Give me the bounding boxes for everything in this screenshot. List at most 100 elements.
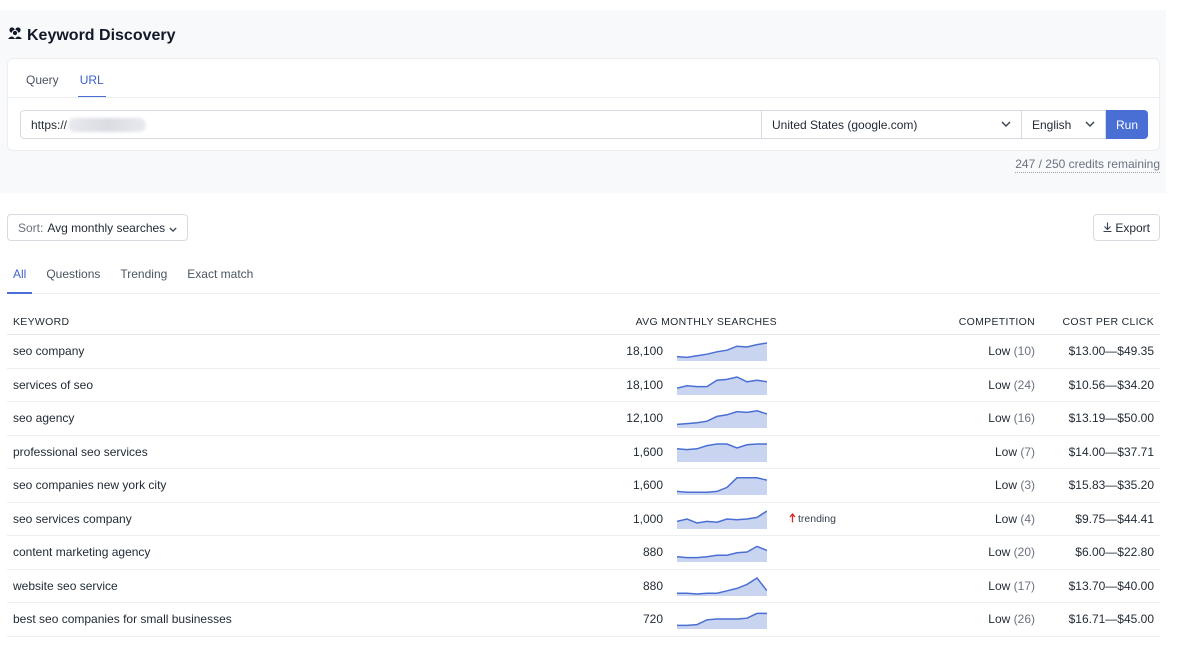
run-button[interactable]: Run: [1106, 110, 1148, 139]
cpc-range: $9.75—$44.41: [1075, 511, 1154, 526]
searches-cell: 1,600: [579, 468, 669, 503]
sort-dropdown[interactable]: Sort: Avg monthly searches: [7, 214, 189, 241]
competition-cell: Low (17): [887, 569, 1041, 603]
keyword-cell[interactable]: best seo companies for small businesses: [7, 602, 579, 637]
competition-score: (16): [1013, 411, 1035, 426]
table-row[interactable]: seo services company 1,000 trending Low (4)…: [7, 502, 1160, 536]
tab-all[interactable]: All: [7, 266, 33, 294]
header-avg-monthly-searches[interactable]: AVG MONTHLY SEARCHES: [579, 310, 783, 335]
competition-level: Low: [988, 578, 1011, 593]
keyword-cell[interactable]: seo services company: [7, 502, 579, 536]
search-trend-sparkline: [677, 545, 767, 563]
cpc-range: $6.00—$22.80: [1075, 545, 1154, 560]
competition-level: Low: [988, 545, 1011, 560]
search-card: Query URL https:// United States (google…: [7, 58, 1160, 151]
redacted-url-blur: [68, 117, 147, 132]
sort-value: Avg monthly searches: [47, 220, 166, 235]
language-select[interactable]: English: [1022, 110, 1106, 139]
header-trend-spacer: [783, 310, 887, 335]
country-select[interactable]: United States (google.com): [762, 110, 1022, 139]
searches-value: 880: [642, 578, 663, 593]
search-panel: Keyword Discovery Query URL https:// Uni…: [0, 10, 1166, 193]
table-row[interactable]: services of seo 18,100 Low (24) $10.56—$34.…: [7, 368, 1160, 402]
keyword-text: seo services company: [13, 511, 132, 526]
search-trend-sparkline: [677, 410, 767, 429]
competition-level: Low: [994, 511, 1017, 526]
competition-level: Low: [994, 478, 1017, 493]
searches-value: 1,600: [632, 478, 663, 493]
header-competition[interactable]: COMPETITION: [887, 310, 1041, 335]
competition-score: (20): [1013, 545, 1035, 560]
tab-query[interactable]: Query: [26, 71, 59, 98]
cpc-cell: $15.83—$35.20: [1041, 468, 1160, 503]
competition-score: (10): [1013, 344, 1035, 359]
keyword-cell[interactable]: services of seo: [7, 368, 579, 402]
competition-cell: Low (20): [887, 535, 1041, 570]
filter-tabs: All Questions Trending Exact match: [7, 266, 1160, 294]
competition-level: Low: [988, 411, 1011, 426]
keyword-cell[interactable]: content marketing agency: [7, 535, 579, 570]
keyword-cell[interactable]: seo companies new york city: [7, 468, 579, 503]
sort-label: Sort:: [18, 220, 44, 235]
trend-cell: [783, 334, 887, 369]
trend-cell: [783, 401, 887, 436]
cpc-range: $16.71—$45.00: [1068, 612, 1154, 627]
table-row[interactable]: best seo companies for small businesses 7…: [7, 602, 1160, 637]
searches-cell: 18,100: [579, 368, 669, 402]
cpc-cell: $13.00—$49.35: [1041, 334, 1160, 369]
searches-value: 1,000: [632, 511, 663, 526]
keyword-cell[interactable]: seo agency: [7, 401, 579, 436]
table-row[interactable]: seo companies new york city 1,600 Low (3) $…: [7, 468, 1160, 503]
chevron-down-icon: [1085, 119, 1095, 130]
url-input-value: https://: [31, 117, 68, 132]
cpc-range: $15.83—$35.20: [1068, 478, 1154, 493]
tab-questions[interactable]: Questions: [46, 266, 100, 292]
searches-cell: 720: [579, 602, 669, 637]
sparkline-cell: [669, 569, 783, 603]
sparkline-cell: [669, 334, 783, 369]
export-button[interactable]: Export: [1093, 214, 1160, 241]
sparkline-cell: [669, 401, 783, 436]
cpc-cell: $14.00—$37.71: [1041, 435, 1160, 469]
tab-trending[interactable]: Trending: [120, 266, 167, 292]
cpc-range: $10.56—$34.20: [1068, 377, 1154, 392]
keyword-text: seo companies new york city: [13, 478, 167, 493]
trend-cell: [783, 602, 887, 637]
cpc-cell: $16.71—$45.00: [1041, 602, 1160, 637]
table-row[interactable]: seo agency 12,100 Low (16) $13.19—$50.00: [7, 401, 1160, 436]
table-row[interactable]: professional seo services 1,600 Low (7) $14…: [7, 435, 1160, 469]
cpc-cell: $6.00—$22.80: [1041, 535, 1160, 570]
competition-score: (24): [1013, 377, 1035, 392]
table-row[interactable]: content marketing agency 880 Low (20) $6.00…: [7, 535, 1160, 570]
keyword-text: content marketing agency: [13, 545, 151, 560]
cpc-cell: $13.70—$40.00: [1041, 569, 1160, 603]
searches-value: 720: [642, 612, 663, 627]
searches-cell: 1,600: [579, 435, 669, 469]
competition-cell: Low (16): [887, 401, 1041, 436]
sparkline-cell: [669, 602, 783, 637]
trend-cell: [783, 368, 887, 402]
searches-cell: 18,100: [579, 334, 669, 369]
competition-level: Low: [988, 377, 1011, 392]
header-keyword[interactable]: KEYWORD: [7, 310, 579, 335]
download-icon: [1103, 221, 1112, 235]
keyword-text: services of seo: [13, 377, 94, 392]
search-trend-sparkline: [677, 510, 767, 529]
keyword-cell[interactable]: website seo service: [7, 569, 579, 603]
cpc-range: $13.19—$50.00: [1068, 411, 1154, 426]
searches-cell: 880: [579, 535, 669, 570]
search-trend-sparkline: [677, 375, 767, 395]
header-cost-per-click[interactable]: COST PER CLICK: [1041, 310, 1160, 335]
tab-exact-match[interactable]: Exact match: [187, 266, 253, 292]
card-divider: [8, 97, 1159, 98]
url-input[interactable]: https://: [20, 110, 762, 139]
table-row[interactable]: seo company 18,100 Low (10) $13.00—$49.35: [7, 334, 1160, 369]
keyword-cell[interactable]: professional seo services: [7, 435, 579, 469]
tab-url[interactable]: URL: [77, 71, 106, 98]
search-trend-sparkline: [677, 443, 767, 462]
table-row[interactable]: website seo service 880 Low (17) $13.70—$40…: [7, 569, 1160, 603]
keyword-cell[interactable]: seo company: [7, 334, 579, 369]
sparkline-cell: [669, 368, 783, 402]
keyword-table: KEYWORD AVG MONTHLY SEARCHES COMPETITION…: [7, 310, 1160, 637]
search-trend-sparkline: [677, 612, 767, 630]
